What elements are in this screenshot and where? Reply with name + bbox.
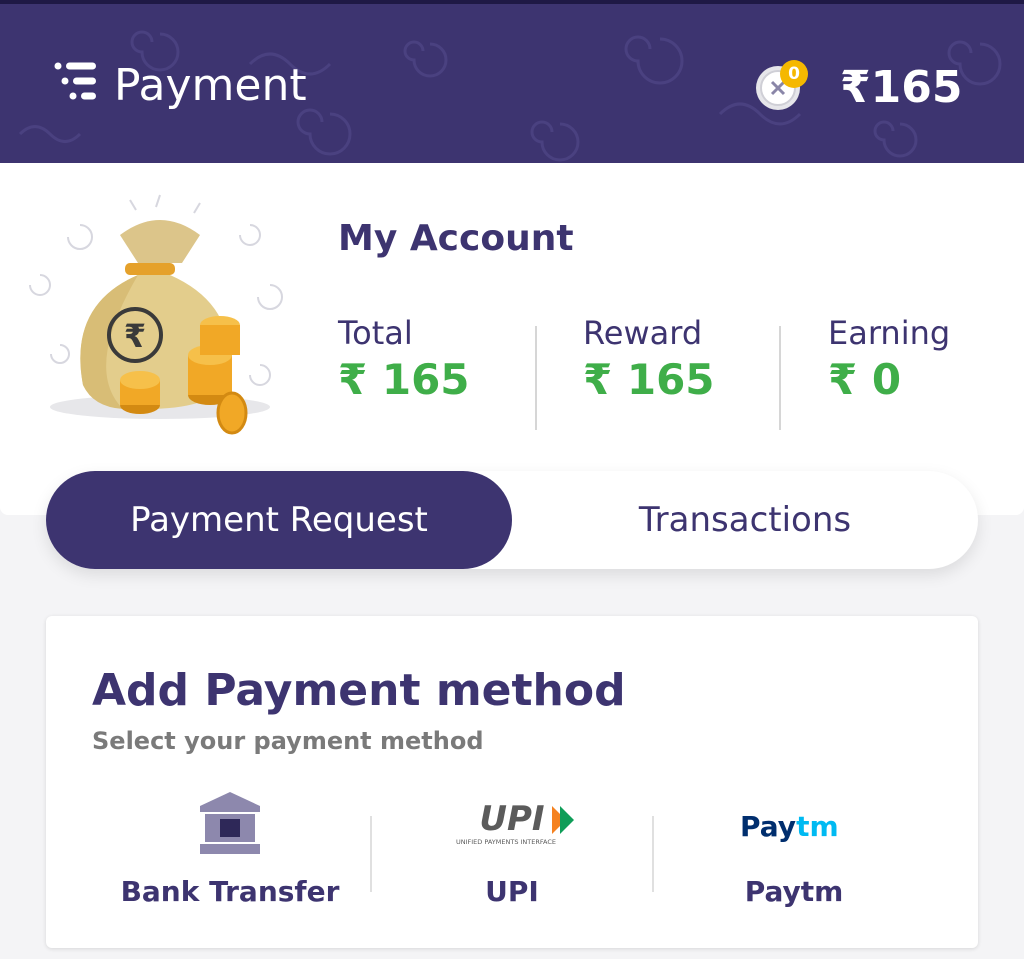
method-paytm[interactable]: Paytm Paytm [654, 790, 934, 920]
stat-label: Total [338, 314, 413, 352]
coin-count-badge: 0 [780, 60, 808, 88]
stat-reward: Reward ₹ 165 [583, 313, 803, 407]
upi-logo: UPI UNIFIED PAYMENTS INTERFACE [456, 800, 574, 846]
menu-icon[interactable] [46, 56, 100, 116]
bank-icon [200, 792, 260, 854]
method-label: Paytm [744, 875, 844, 908]
payment-method-title: Add Payment method [92, 665, 626, 716]
paytm-logo: Paytm [740, 810, 839, 843]
money-bag-illustration: ₹ [29, 194, 283, 435]
upi-logo-text: UPI [479, 800, 544, 839]
divider [779, 326, 781, 430]
svg-text:Paytm: Paytm [740, 810, 839, 843]
stat-value: ₹ 0 [828, 355, 902, 404]
payment-method-subtitle: Select your payment method [92, 727, 484, 755]
tab-bar: Payment Request Transactions [46, 471, 978, 569]
method-bank-transfer[interactable]: Bank Transfer [90, 790, 370, 920]
stat-label: Earning [828, 314, 951, 352]
page-title: Payment [114, 60, 307, 111]
method-upi[interactable]: UPI UNIFIED PAYMENTS INTERFACE UPI [372, 790, 652, 920]
tab-transactions[interactable]: Transactions [512, 471, 978, 569]
stat-earning: Earning ₹ 0 [828, 313, 1024, 407]
payment-method-card: Add Payment method Select your payment m… [46, 616, 978, 948]
divider [535, 326, 537, 430]
account-title: My Account [338, 218, 574, 259]
stat-label: Reward [583, 314, 703, 352]
stat-value: ₹ 165 [583, 355, 715, 404]
upi-logo-subtext: UNIFIED PAYMENTS INTERFACE [456, 838, 556, 846]
method-label: Bank Transfer [120, 875, 340, 908]
paytm-logo-pay: Pay [740, 810, 796, 843]
app-header: Payment 0 ₹165 [0, 4, 1024, 163]
paytm-logo-tm: tm [796, 810, 839, 843]
method-label: UPI [485, 875, 539, 908]
stat-value: ₹ 165 [338, 355, 470, 404]
tab-payment-request[interactable]: Payment Request [46, 471, 512, 569]
stat-total: Total ₹ 165 [338, 313, 558, 407]
svg-text:₹: ₹ [124, 317, 146, 355]
header-balance: ₹165 [840, 62, 963, 113]
account-card: ₹ My Account Total ₹ 165 Reward ₹ 165 Ea… [0, 163, 1024, 515]
